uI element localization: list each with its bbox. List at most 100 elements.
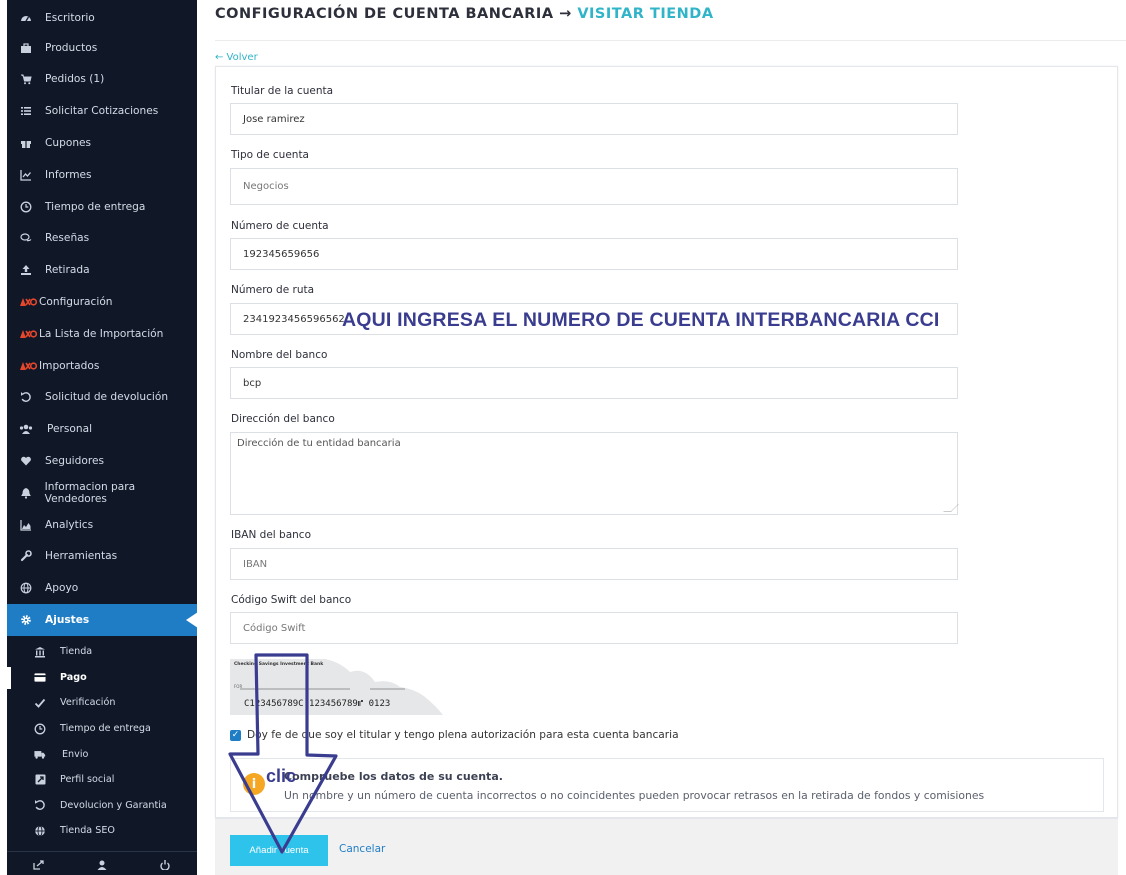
sidebar-item-productos[interactable]: Productos <box>7 32 197 64</box>
heart-icon <box>19 454 33 468</box>
resize-grip-icon[interactable] <box>943 504 959 512</box>
user-icon[interactable] <box>96 860 108 873</box>
power-icon[interactable] <box>159 860 171 873</box>
sidebar-item-label: Cupones <box>45 137 92 150</box>
sidebar-item-label: Seguidores <box>45 455 104 468</box>
sidebar-subitem-label: Tienda SEO <box>60 825 115 837</box>
clock-icon <box>34 723 46 735</box>
sidebar-subitem-envio[interactable]: Envio <box>7 741 197 767</box>
sidebar-item-label: Herramientas <box>45 550 118 563</box>
sidebar-item-pedidos[interactable]: Pedidos (1) <box>7 64 197 96</box>
sidebar-subitem-label: Pago <box>60 671 87 683</box>
sidebar-item-herramientas[interactable]: Herramientas <box>7 541 197 573</box>
sidebar-item-personal[interactable]: Personal <box>7 413 197 445</box>
page-title: CONFIGURACIÓN DE CUENTA BANCARIA → VISIT… <box>215 6 714 22</box>
header-divider <box>215 40 1126 41</box>
sidebar-subitem-tienda-seo[interactable]: Tienda SEO <box>7 818 197 844</box>
iban-field[interactable]: IBAN <box>230 548 958 580</box>
globe-icon <box>19 581 33 595</box>
bank-address-textarea[interactable]: Dirección de tu entidad bancaria <box>230 432 959 515</box>
sidebar-subitem-tienda[interactable]: Tienda <box>7 639 197 665</box>
sidebar-item-label: Solicitud de devolución <box>45 391 169 404</box>
sidebar-subitem-verificacion[interactable]: Verificación <box>7 690 197 716</box>
account-notice: i Compruebe los datos de su cuenta. Un n… <box>230 758 1104 812</box>
truck-icon <box>34 748 46 760</box>
sidebar-item-label: Retirada <box>45 264 90 277</box>
sidebar-item-label: Ajustes <box>45 614 90 627</box>
holder-label: Titular de la cuenta <box>231 85 334 97</box>
sidebar-item-label: Configuración <box>39 296 113 309</box>
swift-field[interactable]: Código Swift <box>230 612 958 644</box>
visit-store-link[interactable]: VISITAR TIENDA <box>577 6 713 22</box>
sidebar-subitem-label: Tiempo de entrega <box>60 723 151 735</box>
sidebar-item-configuracion[interactable]: Configuración <box>7 286 197 318</box>
back-link[interactable]: ← Volver <box>215 52 258 63</box>
account-number-field[interactable]: 192345659656 <box>230 238 958 270</box>
account-holder-field[interactable]: Jose ramirez <box>230 103 958 135</box>
sidebar-subitem-perfil-social[interactable]: Perfil social <box>7 767 197 793</box>
briefcase-icon <box>19 41 33 55</box>
ali-logo-icon <box>19 327 37 341</box>
sidebar-item-ajustes[interactable]: Ajustes <box>7 604 198 636</box>
sidebar-item-label: Analytics <box>45 518 94 531</box>
sidebar: Escritorio Productos Pedidos (1) Solicit… <box>7 0 198 875</box>
sidebar-item-apoyo[interactable]: Apoyo <box>7 572 197 604</box>
bank-address-label: Dirección del banco <box>231 413 335 425</box>
active-indicator <box>7 666 11 689</box>
sidebar-subitem-pago[interactable]: Pago <box>7 665 197 691</box>
undo-icon <box>34 799 46 811</box>
sidebar-item-label: La Lista de Importación <box>39 327 164 340</box>
external-link-icon[interactable] <box>33 860 45 873</box>
area-chart-icon <box>19 518 33 532</box>
cci-annotation: AQUI INGRESA EL NUMERO DE CUENTA INTERBA… <box>342 309 940 331</box>
institution-icon <box>34 646 46 658</box>
sidebar-item-cotizaciones[interactable]: Solicitar Cotizaciones <box>7 95 197 127</box>
wrench-icon <box>19 549 33 563</box>
bank-name-label: Nombre del banco <box>231 349 328 361</box>
sidebar-item-escritorio[interactable]: Escritorio <box>7 0 197 32</box>
swift-label: Código Swift del banco <box>231 594 352 606</box>
ali-logo-icon <box>19 359 37 373</box>
sidebar-item-label: Tiempo de entrega <box>45 200 146 213</box>
sidebar-item-lista-importacion[interactable]: La Lista de Importación <box>7 318 197 350</box>
bank-name-field[interactable]: bcp <box>230 367 958 399</box>
clock-icon <box>19 200 33 214</box>
routing-number-label: Número de ruta <box>231 284 315 296</box>
sidebar-footer <box>7 851 197 875</box>
sidebar-item-label: Pedidos (1) <box>45 73 105 86</box>
sidebar-item-devolucion[interactable]: Solicitud de devolución <box>7 382 197 414</box>
sidebar-item-label: Informacion para Vendedores <box>44 480 136 505</box>
users-icon <box>19 422 33 436</box>
sidebar-item-label: Personal <box>47 423 93 436</box>
share-square-icon <box>34 774 46 786</box>
page-title-text: CONFIGURACIÓN DE CUENTA BANCARIA → <box>215 6 572 22</box>
clic-annotation: clic <box>266 766 297 786</box>
sidebar-item-informes[interactable]: Informes <box>7 159 197 191</box>
sidebar-item-info-vendedores[interactable]: Informacion para Vendedores <box>7 477 197 509</box>
sidebar-subitem-label: Devolucion y Garantia <box>60 799 167 811</box>
sidebar-item-importados[interactable]: Importados <box>7 350 197 382</box>
dashboard-icon <box>19 11 33 25</box>
cart-icon <box>19 72 33 86</box>
undo-icon <box>19 390 33 404</box>
bank-address-placeholder: Dirección de tu entidad bancaria <box>237 438 401 449</box>
sidebar-item-label: Informes <box>45 168 92 181</box>
notice-body: Un nombre y un número de cuenta incorrec… <box>284 789 985 802</box>
gear-icon <box>19 613 33 627</box>
account-type-field[interactable]: Negocios <box>230 168 958 205</box>
upload-icon <box>19 263 33 277</box>
sidebar-item-cupones[interactable]: Cupones <box>7 127 197 159</box>
sidebar-item-label: Importados <box>39 359 100 372</box>
sidebar-item-retirada[interactable]: Retirada <box>7 254 197 286</box>
sidebar-item-seguidores[interactable]: Seguidores <box>7 445 197 477</box>
sidebar-item-resenas[interactable]: Reseñas <box>7 223 197 255</box>
sidebar-subitem-label: Verificación <box>60 697 116 709</box>
bell-icon <box>19 486 33 500</box>
cancel-link[interactable]: Cancelar <box>339 843 385 855</box>
sidebar-item-tiempo-entrega[interactable]: Tiempo de entrega <box>7 191 197 223</box>
sidebar-subitem-tiempo-entrega[interactable]: Tiempo de entrega <box>7 716 197 742</box>
credit-card-icon <box>34 671 46 683</box>
sidebar-item-analytics[interactable]: Analytics <box>7 509 197 541</box>
sidebar-subitem-devolucion-garantia[interactable]: Devolucion y Garantia <box>7 793 197 819</box>
comments-icon <box>19 231 33 245</box>
